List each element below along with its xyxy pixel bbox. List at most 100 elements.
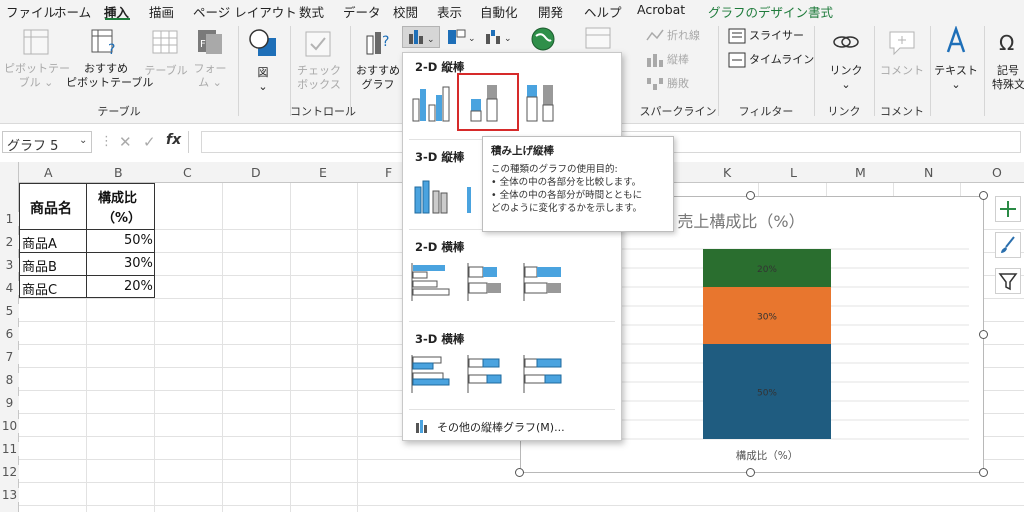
cell-ratio-b[interactable]: 30% — [124, 256, 153, 271]
link-button[interactable]: リンク ⌄ — [826, 64, 866, 92]
col-header-a[interactable]: A — [44, 165, 53, 180]
stacked-bar-icon[interactable] — [465, 261, 509, 305]
chart-elements-button[interactable] — [995, 196, 1021, 222]
row-header[interactable]: 7 — [0, 350, 19, 364]
group-comment-label: コメント — [880, 105, 924, 118]
more-column-charts-link[interactable]: その他の縦棒グラフ(M)... — [413, 417, 613, 437]
row-header[interactable]: 4 — [0, 281, 19, 295]
header-ratio[interactable]: 構成比 — [98, 187, 137, 206]
group-table-label: テーブル — [97, 105, 141, 118]
3d-stacked-bar-icon[interactable] — [465, 353, 509, 397]
clustered-bar-icon[interactable] — [409, 261, 453, 305]
col-header-k[interactable]: K — [723, 165, 731, 180]
recommended-chart-button[interactable]: おすすめ グラフ — [355, 64, 401, 92]
tab-acrobat[interactable]: Acrobat — [637, 2, 685, 17]
col-header-n[interactable]: N — [924, 165, 933, 180]
tab-view[interactable]: 表示 — [437, 2, 462, 21]
tab-page-layout[interactable]: ページ レイアウト — [193, 2, 297, 21]
illustrations-button[interactable]: 図 ⌄ — [252, 66, 274, 94]
row-header[interactable]: 13 — [0, 488, 19, 502]
row-header[interactable]: 3 — [0, 258, 19, 272]
3d-clustered-bar-icon[interactable] — [409, 353, 453, 397]
100-stacked-column-icon[interactable] — [521, 81, 565, 125]
col-header-l[interactable]: L — [790, 165, 797, 180]
checkbox-button[interactable]: チェック ボックス — [296, 64, 342, 92]
gridline — [19, 505, 1024, 506]
col-header-b[interactable]: B — [114, 165, 123, 180]
cell-product-b[interactable]: 商品B — [22, 256, 57, 275]
row-header[interactable]: 11 — [0, 442, 19, 456]
tab-home[interactable]: ホーム — [54, 2, 91, 21]
tab-draw[interactable]: 描画 — [149, 2, 174, 21]
tab-automate[interactable]: 自動化 — [480, 2, 518, 21]
resize-handle[interactable] — [746, 468, 755, 477]
resize-handle[interactable] — [979, 330, 988, 339]
tab-chart-design[interactable]: グラフのデザイン — [708, 2, 808, 21]
sparkline-column-button[interactable]: 縦棒 — [667, 53, 689, 67]
hierarchy-chart-icon[interactable]: ⌄ — [446, 28, 476, 48]
col-header-d[interactable]: D — [251, 165, 261, 180]
row-header[interactable]: 6 — [0, 327, 19, 341]
row-header[interactable]: 8 — [0, 373, 19, 387]
table-button[interactable]: テーブル — [144, 64, 188, 78]
comment-button[interactable]: コメント — [880, 64, 924, 78]
tab-file[interactable]: ファイル — [6, 2, 56, 21]
col-header-o[interactable]: O — [992, 165, 1002, 180]
chevron-down-icon[interactable]: ⌄ — [79, 135, 87, 146]
cell-product-c[interactable]: 商品C — [22, 279, 57, 298]
tab-data[interactable]: データ — [343, 2, 381, 21]
select-all-corner[interactable] — [0, 162, 19, 183]
column-chart-dropdown-button[interactable]: ⌄ — [402, 26, 440, 48]
pivot-chart-icon[interactable] — [584, 26, 614, 50]
sparkline-line-button[interactable]: 折れ線 — [667, 29, 700, 43]
tab-review[interactable]: 校閲 — [393, 2, 418, 21]
col-header-e[interactable]: E — [319, 165, 327, 180]
recommended-pivot-button[interactable]: おすすめ ピボットテーブル — [66, 62, 153, 90]
sparkline-winloss-button[interactable]: 勝敗 — [667, 77, 689, 91]
100-stacked-bar-icon[interactable] — [521, 261, 565, 305]
row-header[interactable]: 1 — [0, 212, 19, 226]
cell-product-a[interactable]: 商品A — [22, 233, 57, 252]
tab-formulas[interactable]: 数式 — [299, 2, 324, 21]
tab-format[interactable]: 書式 — [808, 2, 833, 21]
slicer-button[interactable]: スライサー — [749, 29, 804, 43]
cell-ratio-a[interactable]: 50% — [124, 233, 153, 248]
col-header-c[interactable]: C — [183, 165, 192, 180]
row-header[interactable]: 5 — [0, 304, 19, 318]
category-label: 構成比（%） — [736, 449, 798, 462]
row-header[interactable]: 2 — [0, 235, 19, 249]
resize-handle[interactable] — [979, 468, 988, 477]
svg-text:⌄: ⌄ — [427, 35, 435, 45]
header-product-name[interactable]: 商品名 — [30, 198, 72, 218]
cell-ratio-c[interactable]: 20% — [124, 279, 153, 294]
table-border — [86, 183, 87, 298]
resize-handle[interactable] — [515, 468, 524, 477]
row-header[interactable]: 12 — [0, 465, 19, 479]
row-header[interactable]: 10 — [0, 419, 19, 433]
col-header-f[interactable]: F — [385, 165, 392, 180]
resize-handle[interactable] — [979, 191, 988, 200]
row-header[interactable]: 9 — [0, 396, 19, 410]
3d-clustered-column-icon[interactable] — [409, 173, 453, 217]
group-sparklines-label: スパークライン — [639, 105, 717, 118]
3d-100-stacked-bar-icon[interactable] — [521, 353, 565, 397]
text-button[interactable]: テキスト ⌄ — [932, 64, 980, 92]
resize-handle[interactable] — [746, 191, 755, 200]
col-header-m[interactable]: M — [855, 165, 866, 180]
chart-styles-button[interactable] — [995, 232, 1021, 258]
symbols-button[interactable]: 記号 特殊文 — [992, 64, 1024, 92]
header-ratio-unit: （%） — [102, 211, 142, 226]
chart-filters-button[interactable] — [995, 268, 1021, 294]
clustered-column-icon[interactable] — [409, 81, 453, 125]
confirm-icon[interactable]: ✓ — [143, 133, 156, 151]
maps-icon[interactable] — [530, 26, 556, 52]
name-box[interactable]: グラフ 5 ⌄ — [2, 131, 92, 154]
pivot-table-button[interactable]: ピボットテー ブル ⌄ — [4, 62, 70, 90]
waterfall-chart-icon[interactable]: ⌄ — [484, 28, 514, 48]
function-icon[interactable]: fx — [166, 132, 181, 148]
forms-button[interactable]: フォー ム ⌄ — [192, 62, 228, 90]
tab-developer[interactable]: 開発 — [538, 2, 563, 21]
tab-help[interactable]: ヘルプ — [584, 2, 622, 21]
timeline-button[interactable]: タイムライン — [749, 53, 814, 67]
cancel-icon[interactable]: ✕ — [119, 133, 132, 151]
